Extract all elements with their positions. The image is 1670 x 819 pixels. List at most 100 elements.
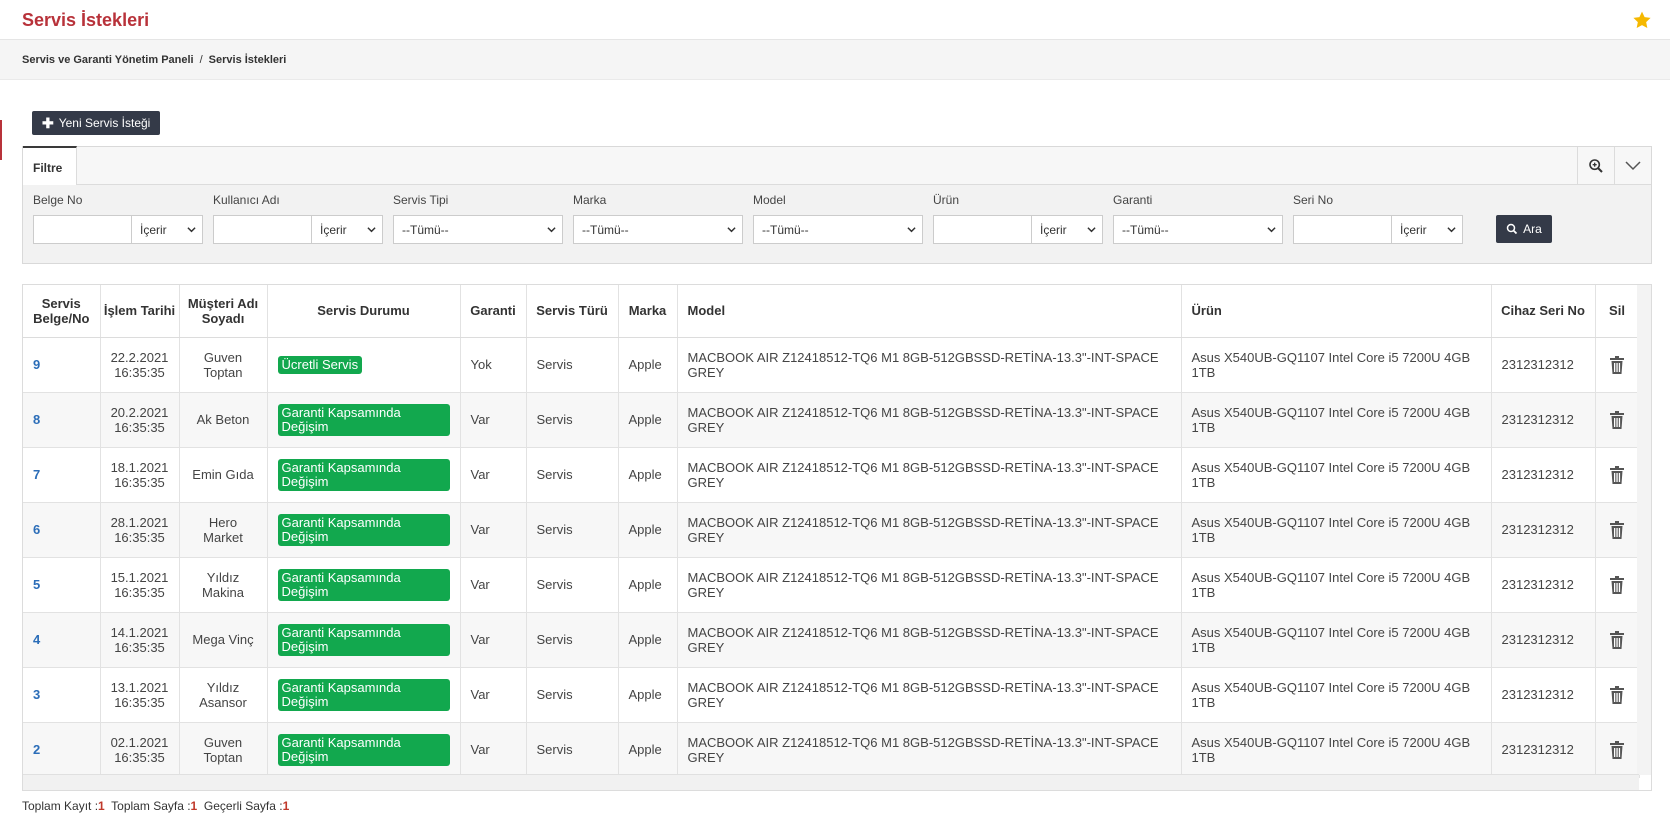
- breadcrumb: Servis ve Garanti Yönetim Paneli / Servis …: [0, 40, 1670, 80]
- status-badge: Garanti Kapsamında Değişim: [277, 678, 450, 711]
- trash-icon[interactable]: [1609, 410, 1625, 429]
- row-date-time: 16:35:35: [114, 419, 165, 435]
- seri-no-input[interactable]: [1293, 215, 1392, 244]
- column-header-label: Model: [687, 303, 726, 319]
- column-header: Sil: [1595, 285, 1640, 338]
- row-product: Asus X540UB-GQ1107 Intel Core i5 7200U 4…: [1181, 392, 1492, 448]
- vertical-scrollbar[interactable]: [1637, 285, 1651, 775]
- trash-icon[interactable]: [1609, 355, 1625, 374]
- row-serial: 2312312312: [1491, 337, 1596, 393]
- row-date-time: 16:35:35: [114, 584, 165, 600]
- column-header[interactable]: Ürün: [1181, 285, 1492, 338]
- trash-icon[interactable]: [1609, 630, 1625, 649]
- row-link-no[interactable]: 7: [33, 467, 40, 482]
- trash-icon[interactable]: [1609, 685, 1625, 704]
- column-header[interactable]: Cihaz Seri No: [1491, 285, 1596, 338]
- urun-input[interactable]: [933, 215, 1032, 244]
- row-link-no[interactable]: 6: [33, 522, 40, 537]
- row-date: 22.2.2021 16:35:35: [100, 337, 180, 393]
- row-date-time: 16:35:35: [114, 364, 165, 380]
- row-link-no[interactable]: 9: [33, 357, 40, 372]
- column-header[interactable]: Marka: [618, 285, 678, 338]
- urun-operator-select[interactable]: İçerir: [1032, 215, 1103, 244]
- row-link-no[interactable]: 3: [33, 687, 40, 702]
- operator-value: İçerir: [320, 223, 347, 237]
- row-date-time: 16:35:35: [114, 749, 165, 765]
- row-date: 20.2.2021 16:35:35: [100, 392, 180, 448]
- column-header[interactable]: Müşteri Adı Soyadı: [179, 285, 268, 338]
- row-link-no[interactable]: 8: [33, 412, 40, 427]
- row-date: 15.1.2021 16:35:35: [100, 557, 180, 613]
- horizontal-scrollbar[interactable]: [23, 774, 1639, 790]
- filter-model: Model --Tümü--: [753, 193, 923, 244]
- zoom-search-button[interactable]: [1577, 147, 1614, 184]
- new-service-request-button[interactable]: ✚ Yeni Servis İsteği: [32, 111, 161, 135]
- trash-icon[interactable]: [1609, 575, 1625, 594]
- select-value: --Tümü--: [762, 223, 809, 237]
- table-row: 2 02.1.2021 16:35:35 Guven Toptan Garanti…: [23, 722, 1640, 778]
- table-header-row: Servis Belge/No İşlem Tarihi Müşteri Adı…: [23, 285, 1640, 338]
- row-link-no[interactable]: 5: [33, 577, 40, 592]
- row-customer: Guven Toptan: [179, 337, 268, 393]
- row-model: MACBOOK AIR Z12418512-TQ6 M1 8GB-512GBSS…: [677, 612, 1182, 668]
- row-product: Asus X540UB-GQ1107 Intel Core i5 7200U 4…: [1181, 612, 1492, 668]
- filter-body: Belge No İçerir Kullanıcı Adı İçerir Ser…: [23, 185, 1651, 263]
- trash-icon[interactable]: [1609, 740, 1625, 759]
- chevron-down-icon: [187, 227, 196, 233]
- seri-no-operator-select[interactable]: İçerir: [1392, 215, 1463, 244]
- row-model: MACBOOK AIR Z12418512-TQ6 M1 8GB-512GBSS…: [677, 392, 1182, 448]
- row-date-time: 16:35:35: [114, 529, 165, 545]
- pagination-summary: Toplam Kayıt :1 Toplam Sayfa :1 Geçerli …: [22, 799, 289, 813]
- row-product: Asus X540UB-GQ1107 Intel Core i5 7200U 4…: [1181, 447, 1492, 503]
- column-header[interactable]: Servis Durumu: [267, 285, 461, 338]
- star-icon[interactable]: [1632, 10, 1652, 30]
- row-brand: Apple: [618, 502, 678, 558]
- filter-label: Model: [753, 193, 786, 207]
- status-badge: Garanti Kapsamında Değişim: [277, 513, 450, 546]
- row-product: Asus X540UB-GQ1107 Intel Core i5 7200U 4…: [1181, 337, 1492, 393]
- model-select[interactable]: --Tümü--: [753, 215, 923, 244]
- row-date-time: 16:35:35: [114, 639, 165, 655]
- kullanici-adi-input[interactable]: [213, 215, 312, 244]
- row-serial: 2312312312: [1491, 667, 1596, 723]
- belge-no-operator-select[interactable]: İçerir: [132, 215, 203, 244]
- collapse-filter-button[interactable]: [1614, 147, 1651, 184]
- row-date: 02.1.2021 16:35:35: [100, 722, 180, 778]
- search-button[interactable]: Ara: [1496, 215, 1552, 243]
- row-serial: 2312312312: [1491, 392, 1596, 448]
- trash-icon[interactable]: [1609, 465, 1625, 484]
- row-serial: 2312312312: [1491, 502, 1596, 558]
- column-header[interactable]: Garanti: [460, 285, 527, 338]
- column-header[interactable]: Model: [677, 285, 1182, 338]
- row-date-day: 15.1.2021: [110, 569, 169, 585]
- chevron-down-icon: [1087, 227, 1096, 233]
- column-header[interactable]: Servis Belge/No: [23, 285, 101, 338]
- table-row: 3 13.1.2021 16:35:35 Yıldız Asansor Garan…: [23, 667, 1640, 723]
- column-header-label: Müşteri Adı Soyadı: [187, 295, 259, 326]
- row-model: MACBOOK AIR Z12418512-TQ6 M1 8GB-512GBSS…: [677, 337, 1182, 393]
- row-link-no[interactable]: 4: [33, 632, 40, 647]
- row-customer: Yıldız Asansor: [179, 667, 268, 723]
- table-row: 6 28.1.2021 16:35:35 Hero Market Garanti …: [23, 502, 1640, 558]
- belge-no-input[interactable]: [33, 215, 132, 244]
- marka-select[interactable]: --Tümü--: [573, 215, 743, 244]
- tab-filter[interactable]: Filtre: [23, 146, 77, 185]
- row-serial: 2312312312: [1491, 447, 1596, 503]
- row-model: MACBOOK AIR Z12418512-TQ6 M1 8GB-512GBSS…: [677, 667, 1182, 723]
- row-date: 13.1.2021 16:35:35: [100, 667, 180, 723]
- status-badge: Garanti Kapsamında Değişim: [277, 403, 450, 436]
- row-link-no[interactable]: 2: [33, 742, 40, 757]
- breadcrumb-item-panel[interactable]: Servis ve Garanti Yönetim Paneli: [22, 54, 194, 66]
- trash-icon[interactable]: [1609, 520, 1625, 539]
- total-records-label: Toplam Kayıt :: [22, 799, 99, 813]
- filter-label: Ürün: [933, 193, 960, 207]
- row-warranty: Var: [460, 447, 527, 503]
- servis-tipi-select[interactable]: --Tümü--: [393, 215, 563, 244]
- filter-kullanici-adi: Kullanıcı Adı İçerir: [213, 193, 383, 244]
- kullanici-adi-operator-select[interactable]: İçerir: [312, 215, 383, 244]
- row-service-type: Servis: [526, 612, 619, 668]
- column-header[interactable]: İşlem Tarihi: [100, 285, 180, 338]
- row-date-day: 14.1.2021: [110, 624, 169, 640]
- column-header[interactable]: Servis Türü: [526, 285, 619, 338]
- garanti-select[interactable]: --Tümü--: [1113, 215, 1283, 244]
